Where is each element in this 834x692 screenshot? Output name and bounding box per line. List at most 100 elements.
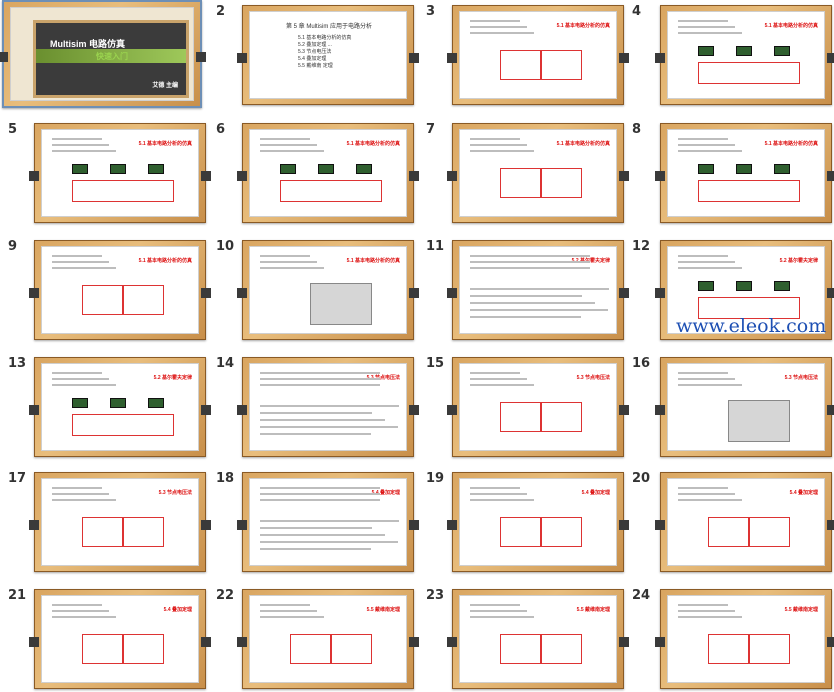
text-line [260,138,310,140]
slide-page: 5.4 叠加定理 [459,478,617,566]
text-line [52,372,102,374]
slide-thumbnail[interactable]: 9 5.1 基本电路分析的仿真 [0,235,211,343]
circuit-branch [122,285,124,315]
frame-bar-left [447,53,457,64]
slide-thumbnail[interactable]: 16 5.3 节点电压法 [626,352,834,460]
slide-number: 18 [216,471,235,486]
multimeter-icon [774,281,790,291]
text-line [678,32,742,34]
slide-frame: 5.3 节点电压法 [447,357,629,457]
text-line [52,261,109,263]
toc-item: 5.2 叠加定理 ... [298,42,332,48]
frame-bar-left [29,405,39,416]
slide-thumbnail[interactable]: 1Multisim 电路仿真快速入门艾德 主编 [0,0,208,108]
text-line [260,610,317,612]
text-line [260,493,380,495]
text-line [260,384,380,386]
multimeter-icon [148,164,164,174]
multimeter-icon [72,164,88,174]
text-line [52,378,109,380]
slide-frame: 5.1 基本电路分析的仿真 [655,5,834,105]
text-line [260,267,324,269]
slide-thumbnail[interactable]: 7 5.1 基本电路分析的仿真 [418,118,629,226]
text-line [470,32,534,34]
text-line [52,616,116,618]
frame-bar-right [827,53,834,64]
slide-thumbnail[interactable]: 18 5.4 叠加定理 [208,467,419,575]
frame-bar-right [827,288,834,299]
slide-number: 19 [426,471,445,486]
slide-thumbnail[interactable]: 14 5.3 节点电压法 [208,352,419,460]
slide-thumbnail[interactable]: 13 5.2 基尔霍夫定律 [0,352,211,460]
slide-frame: 5.3 节点电压法 [655,357,834,457]
slide-thumbnail[interactable]: 20 5.4 叠加定理 [626,467,834,575]
frame-bar-left [655,53,665,64]
text-line [52,493,109,495]
slide-thumbnail[interactable]: 22 5.5 戴维南定理 [208,584,419,692]
slide-heading: 5.1 基本电路分析的仿真 [556,23,610,29]
slide-thumbnail[interactable]: 8 5.1 基本电路分析的仿真 [626,118,834,226]
slide-thumbnail[interactable]: 4 5.1 基本电路分析的仿真 [626,0,834,108]
slide-thumbnail[interactable]: 2 第 5 章 Multisim 应用于电路分析 5.1 基本电路分析的仿真 5.2 … [208,0,419,108]
circuit-diagram [698,62,800,84]
slide-number: 21 [8,588,27,603]
slide-thumbnail[interactable]: 21 5.4 叠加定理 [0,584,211,692]
slide-thumbnail[interactable]: 3 5.1 基本电路分析的仿真 [418,0,629,108]
slide-thumbnail[interactable]: 17 5.3 节点电压法 [0,467,211,575]
text-line [678,267,742,269]
slide-thumbnail[interactable]: 6 5.1 基本电路分析的仿真 [208,118,419,226]
slide-frame: 5.1 基本电路分析的仿真 [447,5,629,105]
circuit-branch [540,517,542,547]
slide-page: 5.2 基尔霍夫定律 [41,363,199,451]
text-line [260,616,324,618]
multimeter-icon [698,164,714,174]
frame-bar-left [447,637,457,648]
text-line [470,372,520,374]
toc-title: 第 5 章 Multisim 应用于电路分析 [286,24,373,30]
slide-heading: 5.3 节点电压法 [158,490,192,496]
slide-thumbnail[interactable]: 11 5.2 基尔霍夫定律 [418,235,629,343]
toc-item: 5.5 戴维南 定理 [298,63,333,69]
text-line [52,150,116,152]
text-line [678,378,735,380]
text-line [470,288,609,290]
slide-frame: 5.4 叠加定理 [29,589,211,689]
slide-heading: 5.4 叠加定理 [581,490,610,496]
text-line [260,372,380,374]
text-line [470,604,520,606]
text-line [678,372,728,374]
slide-number: 13 [8,356,27,371]
text-line [470,26,527,28]
text-line [260,548,371,550]
slide-number: 9 [8,239,18,254]
slide-thumbnail[interactable]: 23 5.5 戴维南定理 [418,584,629,692]
software-screenshot [310,283,372,325]
text-line [260,144,317,146]
slide-thumbnail[interactable]: 19 5.4 叠加定理 [418,467,629,575]
slide-thumbnail[interactable]: 24 5.5 戴维南定理 [626,584,834,692]
text-line [470,616,534,618]
text-line [260,534,385,536]
slide-heading: 5.1 基本电路分析的仿真 [764,141,818,147]
slide-frame: 5.3 节点电压法 [29,472,211,572]
slide-number: 14 [216,356,235,371]
slide-heading: 5.1 基本电路分析的仿真 [138,141,192,147]
frame-bar-left [447,405,457,416]
frame-bar-left [447,520,457,531]
frame-bar-left [655,637,665,648]
slide-heading: 5.5 戴维南定理 [576,607,610,613]
circuit-branch [748,634,750,664]
text-line [260,426,398,428]
slide-thumbnail[interactable]: 15 5.3 节点电压法 [418,352,629,460]
text-line [260,487,380,489]
watermark-text: www.eleok.com [676,315,827,337]
slide-frame: 第 5 章 Multisim 应用于电路分析 5.1 基本电路分析的仿真 5.2 叠… [237,5,419,105]
text-line [470,138,520,140]
frame-bar-left [29,288,39,299]
text-line [678,261,735,263]
slide-thumbnail[interactable]: 5 5.1 基本电路分析的仿真 [0,118,211,226]
slide-thumbnail[interactable]: 10 5.1 基本电路分析的仿真 [208,235,419,343]
multimeter-icon [280,164,296,174]
slide-page: 5.1 基本电路分析的仿真 [41,129,199,217]
frame-bar-left [655,520,665,531]
